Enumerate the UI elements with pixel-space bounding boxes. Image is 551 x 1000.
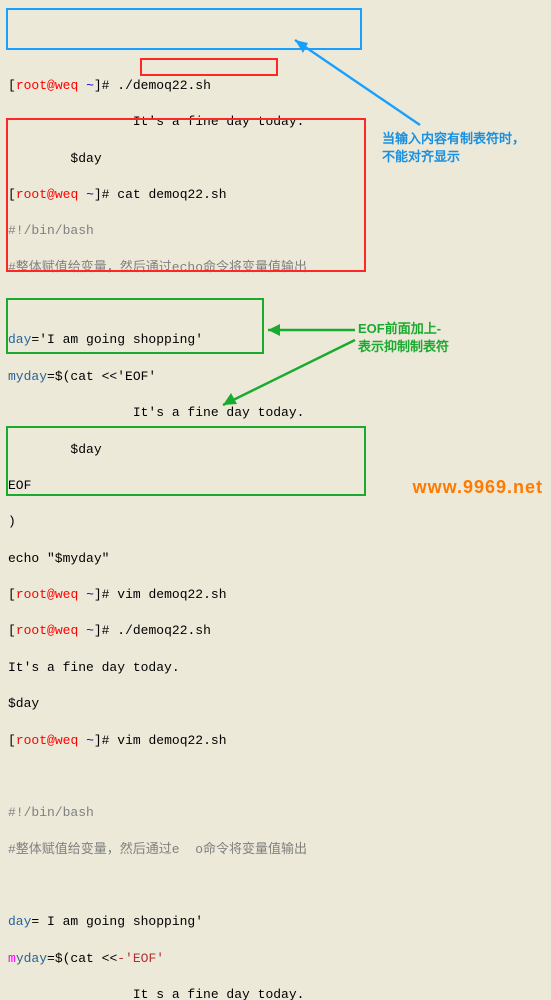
annotation-arrows bbox=[0, 0, 551, 500]
output-line: It's a fine day today. bbox=[8, 113, 543, 131]
script-line: day= I am going shopping' bbox=[8, 913, 543, 931]
output-line: It's a fine day today. bbox=[8, 659, 543, 677]
comment-line: #整体赋值给变量，然后通过echo命令将变量值输出 bbox=[8, 259, 543, 277]
comment-line: #整体赋值给变量，然后通过echo命令将变量值输出 bbox=[8, 841, 543, 859]
note-blue: 当输入内容有制表符时， 不能对齐显示 bbox=[382, 130, 525, 166]
shebang: #!/bin/bash bbox=[8, 222, 543, 240]
script-line: echo "$myday" bbox=[8, 550, 543, 568]
script-line: It s a fine day today. bbox=[8, 986, 543, 1000]
note-green: EOF前面加上- 表示抑制制表符 bbox=[358, 320, 449, 356]
script-line: It's a fine day today. bbox=[8, 404, 543, 422]
cmd-run: ./demoq22.sh bbox=[117, 623, 211, 638]
prompt-line: [root@weq ~]# ./demoq22.sh bbox=[8, 622, 543, 640]
prompt-line: [root@weq ~]# cat demoq22.sh bbox=[8, 186, 543, 204]
script-line: myday=$(cat <<'EOF' bbox=[8, 368, 543, 386]
prompt-line: [root@weq ~]# vim demoq22.sh bbox=[8, 586, 543, 604]
blank-line bbox=[8, 768, 543, 786]
script-line: $day bbox=[8, 441, 543, 459]
shebang: #!/bin/bash bbox=[8, 804, 543, 822]
script-line: day='I am going shopping' bbox=[8, 331, 543, 349]
highlight-box-red-cmd bbox=[140, 58, 278, 76]
cmd-run: ./demoq22.sh bbox=[117, 78, 211, 93]
blank-line bbox=[8, 295, 543, 313]
prompt-line: [root@weq ~]# vim demoq22.sh bbox=[8, 732, 543, 750]
cmd-vim: vim demoq22.sh bbox=[117, 587, 226, 602]
cmd-vim: vim demoq22.sh bbox=[117, 733, 226, 748]
output-line: $day bbox=[8, 695, 543, 713]
prompt-line: [root@weq ~]# ./demoq22.sh bbox=[8, 77, 543, 95]
cmd-cat: cat demoq22.sh bbox=[117, 187, 226, 202]
highlight-box-blue bbox=[6, 8, 362, 50]
blank-line bbox=[8, 877, 543, 895]
watermark: www.9969.net bbox=[413, 475, 543, 500]
script-line: myday=$(cat <<-'EOF' bbox=[8, 950, 543, 968]
script-line: ) bbox=[8, 513, 543, 531]
